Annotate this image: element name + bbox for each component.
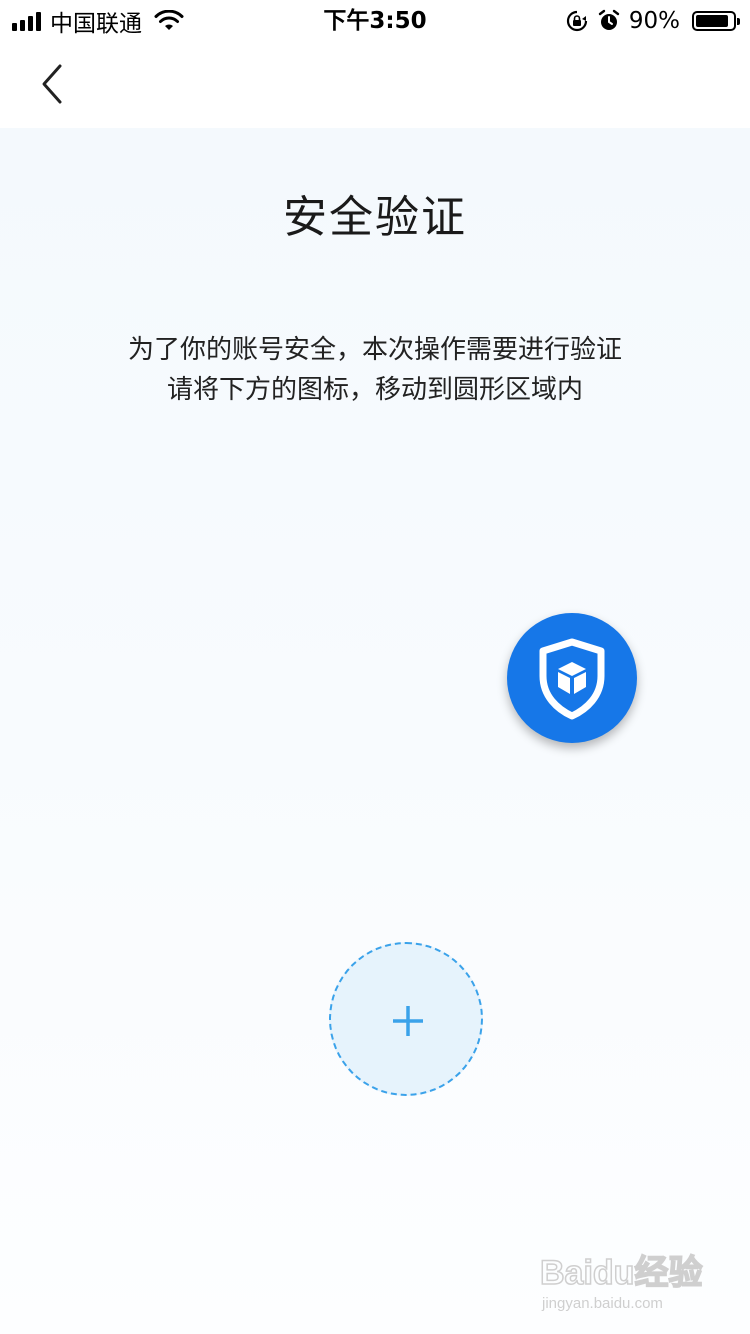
battery-icon: [692, 11, 740, 31]
battery-fill: [696, 15, 728, 27]
shield-cube-icon: [539, 638, 605, 720]
page-title: 安全验证: [283, 192, 467, 243]
svg-text:Baidu经验: Baidu经验: [540, 1253, 702, 1292]
back-button[interactable]: [28, 60, 76, 108]
svg-text:jingyan.baidu.com: jingyan.baidu.com: [541, 1295, 663, 1312]
draggable-shield-token[interactable]: [507, 613, 637, 743]
plus-icon: [393, 1006, 423, 1036]
nav-bar: [0, 40, 750, 128]
verification-panel: 安全验证 为了你的账号安全，本次操作需要进行验证 请将下方的图标，移动到圆形区域…: [0, 128, 750, 1334]
instruction-line-1: 为了你的账号安全，本次操作需要进行验证: [127, 335, 622, 365]
status-bar: 中国联通 下午3:50 90%: [0, 0, 750, 40]
orientation-lock-icon: [566, 10, 587, 32]
instruction-line-2: 请将下方的图标，移动到圆形区域内: [166, 375, 583, 405]
baidu-watermark: Baidu经验 jingyan.baidu.com: [540, 1246, 710, 1316]
alarm-icon: [598, 9, 620, 30]
status-right: 90%: [565, 6, 740, 36]
chevron-left-icon: [42, 64, 62, 104]
circular-drop-target[interactable]: [329, 942, 483, 1096]
instruction-text: 为了你的账号安全，本次操作需要进行验证 请将下方的图标，移动到圆形区域内: [0, 330, 750, 410]
battery-percent: 90%: [628, 8, 680, 34]
baidu-paw-logo: Baidu经验 jingyan.baidu.com: [540, 1252, 703, 1312]
